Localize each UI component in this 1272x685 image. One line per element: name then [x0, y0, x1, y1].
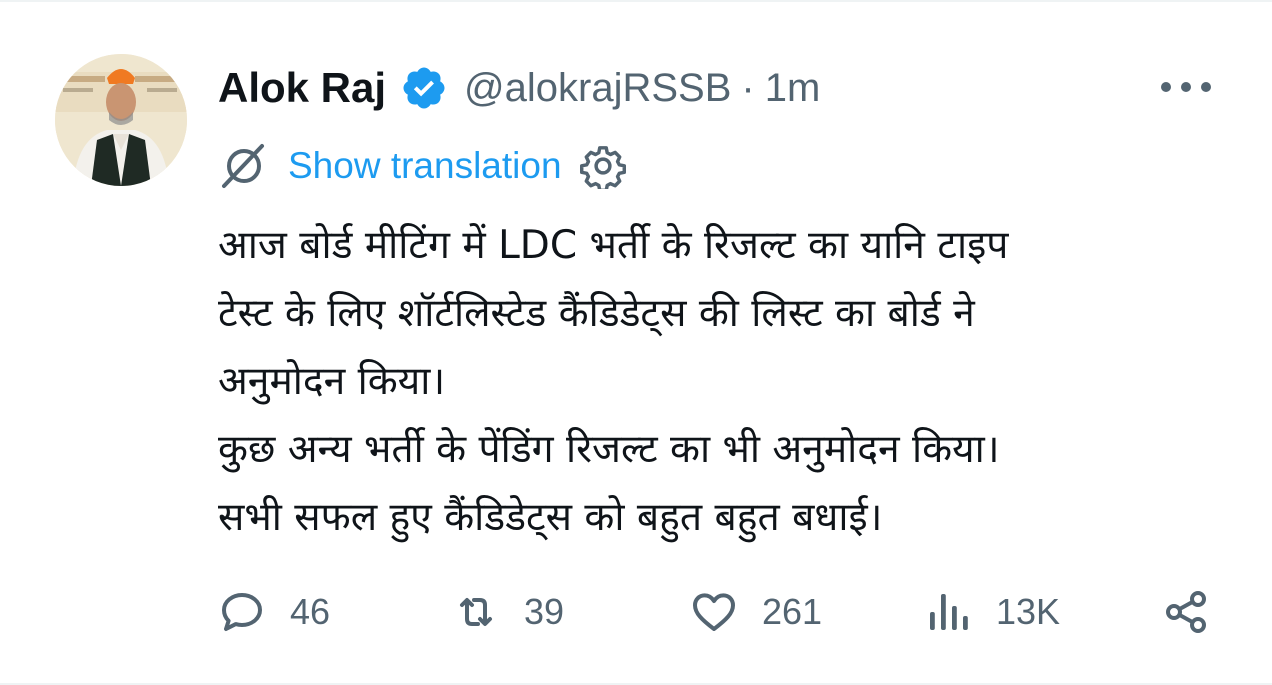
views-bars-icon	[930, 594, 968, 630]
reply-count: 46	[290, 591, 331, 632]
tweet-text-line: सभी सफल हुए कैंडिडेट्स को बहुत बहुत बधाई…	[218, 495, 883, 540]
timestamp[interactable]: 1m	[765, 66, 821, 111]
tweet-text: आज बोर्ड मीटिंग में LDC भर्ती के रिजल्ट …	[218, 212, 1228, 552]
more-dots-icon	[1161, 82, 1211, 92]
tweet-text-line: टेस्ट के लिए शॉर्टलिस्टेड कैंडिडेट्स की …	[218, 291, 975, 336]
tweet-card: Alok Raj @alokrajRSSB · 1m Show translat…	[0, 0, 1272, 685]
translate-globe-icon	[222, 144, 264, 188]
views-button[interactable]: 13K	[924, 580, 1060, 644]
verified-badge-icon	[400, 64, 448, 112]
action-bar: 46 39 261 13K	[218, 580, 1218, 644]
retweet-button[interactable]: 39	[452, 580, 564, 644]
gear-icon[interactable]	[579, 143, 626, 189]
author-handle[interactable]: @alokrajRSSB	[464, 66, 731, 111]
reply-button[interactable]: 46	[218, 580, 330, 644]
heart-icon	[693, 593, 735, 631]
author-name[interactable]: Alok Raj	[218, 64, 386, 112]
reply-bubble-icon	[222, 593, 262, 631]
tweet-text-line: अनुमोदन किया।	[218, 359, 446, 404]
more-options-button[interactable]	[1158, 72, 1214, 102]
avatar[interactable]	[55, 54, 187, 186]
tweet-header: Alok Raj @alokrajRSSB · 1m	[218, 60, 820, 116]
like-count: 261	[762, 591, 823, 632]
show-translation-link[interactable]: Show translation	[288, 145, 562, 187]
tweet-text-line: कुछ अन्य भर्ती के पेंडिंग रिजल्ट का भी अ…	[218, 427, 1000, 472]
views-count: 13K	[996, 591, 1061, 632]
translate-row: Show translation	[216, 138, 626, 194]
retweet-icon	[460, 598, 492, 626]
share-button[interactable]	[1162, 580, 1210, 644]
meta-separator: ·	[741, 65, 755, 110]
share-icon	[1166, 591, 1206, 633]
avatar-photo	[55, 54, 187, 186]
retweet-count: 39	[524, 591, 565, 632]
tweet-text-line: आज बोर्ड मीटिंग में LDC भर्ती के रिजल्ट …	[218, 223, 1009, 268]
like-button[interactable]: 261	[690, 580, 822, 644]
